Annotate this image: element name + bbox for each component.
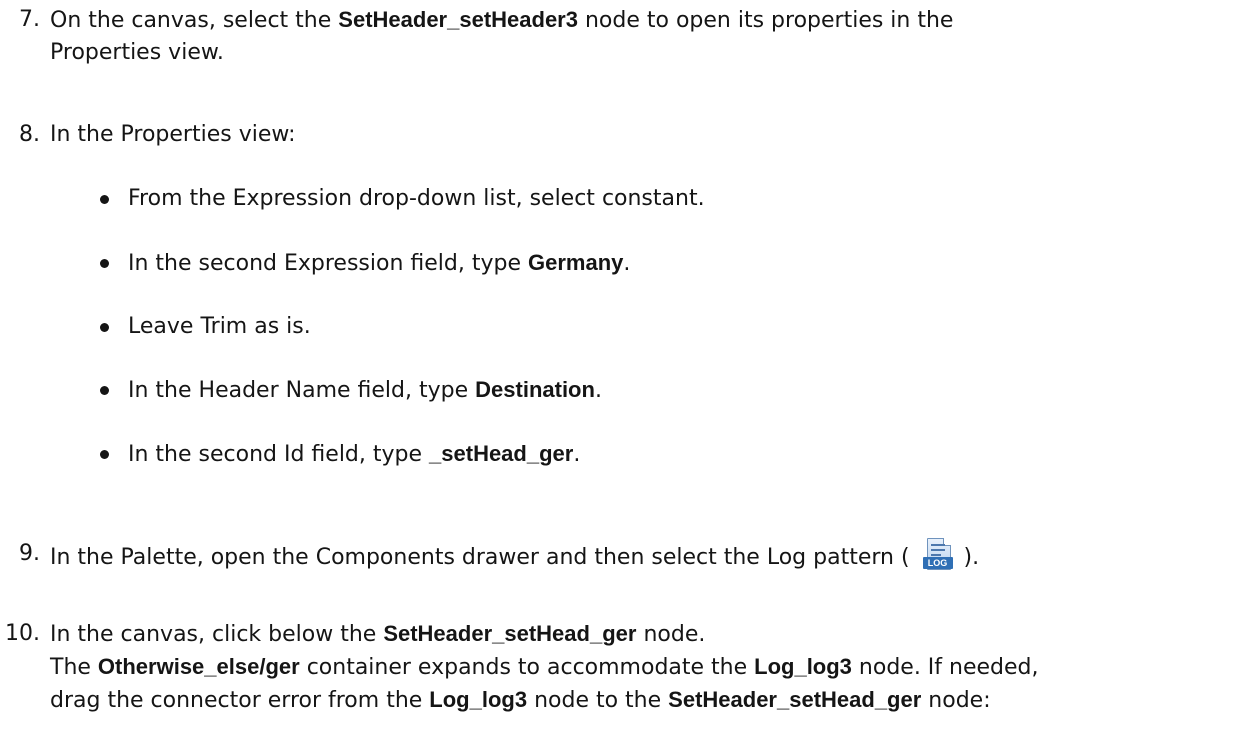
text: ).: [956, 545, 980, 570]
text: field, type: [350, 378, 476, 403]
text: In the: [50, 545, 121, 570]
text: From the: [128, 186, 233, 211]
bullet-icon: [100, 195, 109, 204]
palette-name: Palette: [120, 545, 197, 570]
field-name: Id: [283, 442, 305, 467]
text: container expands to accommodate the: [299, 655, 755, 680]
text: .: [623, 251, 631, 276]
field-name: Expression: [232, 186, 353, 211]
text: .: [594, 378, 602, 403]
container-name: Otherwise_else/ger: [97, 654, 300, 679]
step-number: 9.: [19, 541, 40, 566]
node-name: SetHeader_setHead_ger: [383, 621, 637, 646]
node-name: Log_log3: [754, 654, 852, 679]
text: node:: [921, 688, 991, 713]
value: Destination: [475, 377, 595, 402]
text: node to the: [527, 688, 669, 713]
text: In the: [50, 122, 121, 147]
text: .: [697, 186, 705, 211]
text: In the canvas, click below the: [50, 622, 384, 647]
step-number: 8.: [19, 122, 40, 147]
text: drop-down list, select: [352, 186, 602, 211]
node-name: Log_log3: [429, 687, 528, 712]
step-number: 7.: [19, 7, 40, 32]
value: _setHead_ger: [429, 441, 574, 466]
text: pattern (: [806, 545, 917, 570]
text: The: [50, 655, 98, 680]
text: as is.: [247, 314, 311, 339]
value: Germany: [528, 250, 624, 275]
text: In the second: [128, 442, 284, 467]
step-text: In the Properties view:: [50, 119, 1230, 151]
pattern-name: Log: [766, 545, 807, 570]
view-name: Properties: [50, 40, 162, 65]
node-name: SetHeader_setHeader3: [338, 7, 578, 32]
text: field, type: [304, 442, 430, 467]
text: .: [573, 442, 581, 467]
value: constant: [601, 186, 698, 211]
view-name: Properties: [120, 122, 232, 147]
text: field, type: [403, 251, 528, 276]
text: In the second: [128, 251, 284, 276]
text: view.: [161, 40, 224, 65]
text: drag the connector error from the: [50, 688, 430, 713]
log-icon-label: LOG: [922, 557, 953, 569]
step-text: On the canvas, select the SetHeader_setH…: [50, 4, 1230, 69]
field-name: Expression: [283, 251, 404, 276]
log-pattern-icon: LOG: [922, 538, 953, 572]
step-text: In the canvas, click below the SetHeader…: [50, 618, 1230, 717]
text: node to open its properties in the: [577, 8, 954, 33]
bullet-icon: [100, 323, 109, 332]
text: , open the: [196, 545, 316, 570]
text: In the: [128, 378, 199, 403]
step-text: In the Palette, open the Components draw…: [50, 538, 1230, 574]
text: On the canvas, select the: [50, 8, 339, 33]
node-name: SetHeader_setHead_ger: [668, 687, 922, 712]
bullet-icon: [100, 386, 109, 395]
bullet-icon: [100, 450, 109, 459]
text: Leave: [128, 314, 201, 339]
field-name: Header Name: [198, 378, 351, 403]
drawer-name: Components: [315, 545, 455, 570]
text: node.: [636, 622, 706, 647]
field-name: Trim: [200, 314, 248, 339]
bullet-icon: [100, 259, 109, 268]
text: drawer and then select the: [454, 545, 767, 570]
step-number: 10.: [5, 621, 40, 646]
text: node. If needed,: [851, 655, 1039, 680]
text: view:: [231, 122, 296, 147]
